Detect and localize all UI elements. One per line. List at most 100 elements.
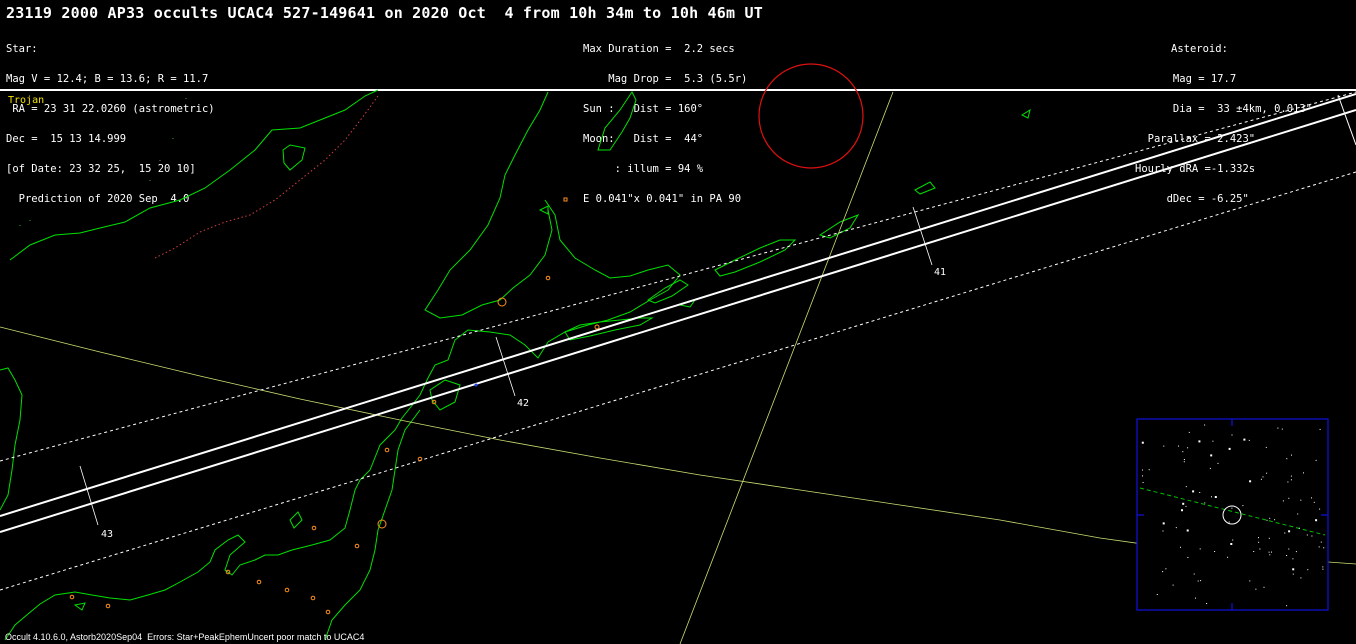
finder-star [1142, 475, 1143, 477]
sakhalin-east [597, 91, 637, 151]
finder-star [1227, 556, 1229, 558]
time-label-41: 41 [934, 267, 947, 278]
finder-star [1274, 519, 1276, 521]
finder-star [1187, 447, 1189, 449]
finder-star [1258, 537, 1259, 539]
finder-star [1290, 475, 1292, 477]
finder-star [1322, 568, 1324, 570]
finder-star [1288, 497, 1290, 499]
meridian-line [679, 91, 894, 644]
small-island-1 [289, 511, 303, 529]
finder-star [1181, 509, 1183, 512]
city-marker [377, 519, 387, 529]
finder-star [1322, 566, 1324, 568]
finder-star [1231, 434, 1233, 436]
lake-outline [282, 144, 306, 171]
path-edge-tick [1337, 94, 1356, 146]
finder-star [1162, 571, 1164, 573]
finder-star [1148, 469, 1150, 471]
finder-star [1193, 573, 1195, 575]
finder-star [1284, 532, 1286, 534]
coast-dots [19, 98, 187, 226]
finder-star [1242, 505, 1244, 507]
finder-star [1200, 580, 1202, 582]
city-marker [311, 525, 317, 531]
finder-star [1228, 447, 1231, 450]
finder-star [1212, 440, 1214, 442]
finder-star [1162, 530, 1164, 532]
finder-star [1182, 451, 1184, 453]
finder-star [1141, 441, 1144, 444]
time-ticks [79, 206, 933, 526]
finder-star [1185, 486, 1187, 488]
finder-star [1182, 502, 1185, 505]
finder-star [1311, 497, 1312, 499]
observer-marker [474, 383, 478, 387]
finder-star [1185, 505, 1187, 507]
finder-star [1258, 541, 1260, 543]
finder-star [1172, 584, 1174, 586]
finder-star [1198, 440, 1201, 443]
small-island-2 [73, 602, 86, 611]
finder-star [1204, 502, 1206, 504]
finder-star [1288, 548, 1290, 550]
finder-star [1214, 551, 1216, 552]
finder-star [1288, 530, 1291, 533]
finder-star [1260, 478, 1262, 480]
finder-star [1287, 481, 1289, 483]
finder-star [1230, 543, 1233, 545]
finder-star [1249, 580, 1251, 582]
finder-star [1186, 529, 1189, 532]
japan-coast [4, 429, 396, 641]
occultation-map: 23119 2000 AP33 occults UCAC4 527-149641… [0, 0, 1356, 644]
time-tick-42 [495, 336, 516, 397]
finder-star [1318, 546, 1320, 548]
city-marker [354, 543, 360, 549]
finder-star [1281, 428, 1283, 430]
finder-star [1259, 548, 1261, 550]
time-label-43: 43 [101, 529, 114, 540]
finder-star [1269, 517, 1271, 519]
finder-star [1217, 462, 1219, 464]
finder-star [1195, 597, 1196, 599]
finder-star [1178, 445, 1179, 447]
finder-star [1300, 577, 1302, 579]
kuril-island-1 [646, 279, 689, 304]
finder-frame [1136, 418, 1329, 611]
finder-star [1295, 551, 1297, 553]
city-marker [563, 197, 568, 202]
finder-star [1197, 580, 1199, 582]
finder-star [1286, 605, 1288, 607]
finder-star [1199, 492, 1201, 493]
city-marker [310, 595, 316, 601]
national-border [154, 95, 379, 259]
finder-star [1311, 535, 1313, 537]
finder-star [1298, 527, 1300, 529]
finder-star [1180, 546, 1181, 548]
finder-star [1183, 459, 1185, 460]
finder-star [1297, 513, 1299, 515]
finder-star [1175, 527, 1177, 529]
honshu-coast [429, 379, 461, 411]
finder-star [1183, 461, 1185, 463]
city-marker [69, 594, 75, 600]
finder-star [1269, 554, 1271, 556]
finder-star [1210, 454, 1213, 457]
kuril-island-4 [914, 181, 936, 195]
city-marker [256, 579, 262, 585]
kuril-island-7 [1020, 108, 1031, 119]
city-marker [284, 587, 290, 593]
finder-star [1263, 586, 1265, 588]
finder-star [1266, 519, 1268, 521]
islet-1 [538, 205, 549, 215]
finder-star [1192, 490, 1195, 493]
finder-star [1214, 496, 1217, 498]
finder-star [1320, 541, 1322, 543]
finder-star [1165, 568, 1167, 570]
finder-star [1315, 459, 1317, 461]
finder-star [1162, 522, 1165, 525]
finder-star [1243, 438, 1246, 441]
finder-chart [1136, 418, 1329, 611]
finder-star [1206, 603, 1208, 604]
finder-star [1282, 500, 1284, 502]
